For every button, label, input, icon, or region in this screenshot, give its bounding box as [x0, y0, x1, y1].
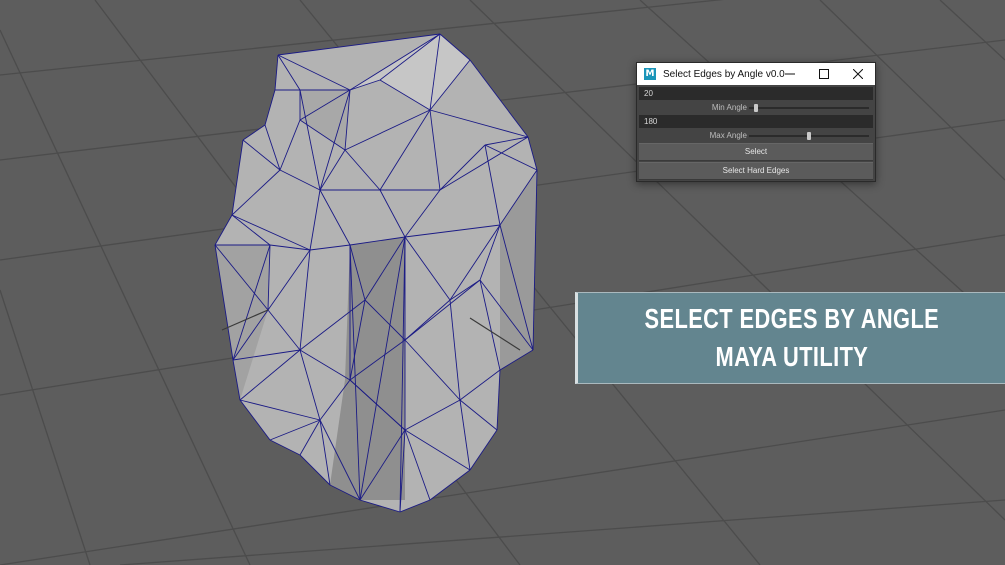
max-angle-field[interactable]: 180 — [639, 115, 873, 128]
maya-app-icon: M — [644, 68, 656, 80]
select-button[interactable]: Select — [639, 143, 873, 161]
max-angle-slider-handle[interactable] — [807, 132, 811, 140]
min-angle-label: Min Angle — [711, 103, 747, 112]
min-angle-slider[interactable] — [749, 104, 869, 112]
max-angle-label: Max Angle — [709, 131, 747, 140]
window-titlebar[interactable]: M Select Edges by Angle v0.0 — [637, 63, 875, 85]
min-angle-row: Min Angle — [639, 101, 873, 114]
minimize-button[interactable] — [773, 63, 807, 85]
min-angle-slider-handle[interactable] — [753, 104, 758, 112]
close-icon — [853, 69, 863, 79]
window-title: Select Edges by Angle v0.0 — [663, 68, 785, 80]
controls-panel: 20 Min Angle 180 Max Angle Select Select… — [637, 85, 875, 180]
select-edges-window: M Select Edges by Angle v0.0 20 Min Angl… — [636, 62, 876, 182]
window-controls — [773, 63, 875, 85]
banner-title: SELECT EDGES BY ANGLE — [644, 303, 939, 334]
min-angle-field[interactable]: 20 — [639, 87, 873, 100]
select-hard-edges-button[interactable]: Select Hard Edges — [639, 162, 873, 180]
minimize-icon — [785, 73, 795, 75]
title-banner: SELECT EDGES BY ANGLE MAYA UTILITY — [575, 292, 1005, 384]
close-button[interactable] — [841, 63, 875, 85]
max-angle-row: Max Angle — [639, 129, 873, 142]
max-angle-slider[interactable] — [749, 132, 869, 140]
maximize-button[interactable] — [807, 63, 841, 85]
maximize-icon — [819, 69, 829, 79]
banner-subtitle: MAYA UTILITY — [715, 341, 868, 372]
